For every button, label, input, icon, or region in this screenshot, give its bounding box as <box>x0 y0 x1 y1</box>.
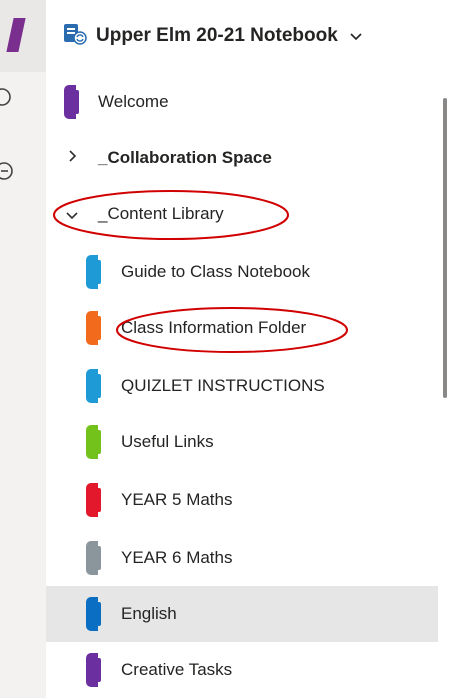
section-group-collaboration-space[interactable]: _Collaboration Space <box>46 130 438 186</box>
section-label: Creative Tasks <box>121 660 233 679</box>
section-guide-to-class-notebook[interactable]: Guide to Class Notebook <box>46 244 438 300</box>
section-year-6-maths[interactable]: YEAR 6 Maths <box>46 530 438 586</box>
section-color-tab <box>86 369 101 403</box>
notebook-navigation-panel: Upper Elm 20-21 Notebook Welcome _Collab… <box>46 0 461 698</box>
section-color-tab <box>86 483 101 517</box>
scrollbar-thumb[interactable] <box>443 98 447 398</box>
section-color-tab <box>64 85 79 119</box>
notebook-title: Upper Elm 20-21 Notebook <box>96 25 338 46</box>
section-color-tab <box>86 541 101 575</box>
section-label: YEAR 6 Maths <box>121 548 233 567</box>
section-creative-tasks[interactable]: Creative Tasks <box>46 642 438 698</box>
section-label: Class Information Folder <box>121 318 307 337</box>
section-useful-links[interactable]: Useful Links <box>46 414 438 470</box>
section-label: Useful Links <box>121 432 214 451</box>
section-label: Guide to Class Notebook <box>121 262 310 281</box>
section-year-5-maths[interactable]: YEAR 5 Maths <box>46 472 438 528</box>
section-label: English <box>121 604 177 623</box>
section-group-label: _Collaboration Space <box>98 148 272 167</box>
section-color-tab <box>86 597 101 631</box>
section-label: YEAR 5 Maths <box>121 490 233 509</box>
collapse-icon[interactable] <box>0 160 22 186</box>
section-welcome[interactable]: Welcome <box>46 74 438 130</box>
section-quizlet-instructions[interactable]: QUIZLET INSTRUCTIONS <box>46 358 438 414</box>
section-label: Welcome <box>98 92 169 111</box>
rail-top-area <box>0 0 46 72</box>
section-color-tab <box>86 311 101 345</box>
notebook-header[interactable]: Upper Elm 20-21 Notebook <box>62 16 362 56</box>
section-english[interactable]: English <box>46 586 438 642</box>
left-rail <box>0 0 46 698</box>
section-label: QUIZLET INSTRUCTIONS <box>121 376 325 395</box>
section-color-tab <box>86 425 101 459</box>
section-group-content-library[interactable]: _Content Library <box>46 186 438 242</box>
notebook-sync-icon <box>62 22 88 51</box>
chevron-right-icon[interactable] <box>68 149 78 167</box>
section-color-tab <box>86 653 101 687</box>
chevron-down-icon[interactable] <box>350 28 362 45</box>
section-class-information-folder[interactable]: Class Information Folder <box>46 300 438 356</box>
section-color-tab <box>86 255 101 289</box>
chevron-down-icon[interactable] <box>65 208 79 225</box>
section-group-label: _Content Library <box>98 204 224 223</box>
circle-icon[interactable] <box>0 86 22 112</box>
